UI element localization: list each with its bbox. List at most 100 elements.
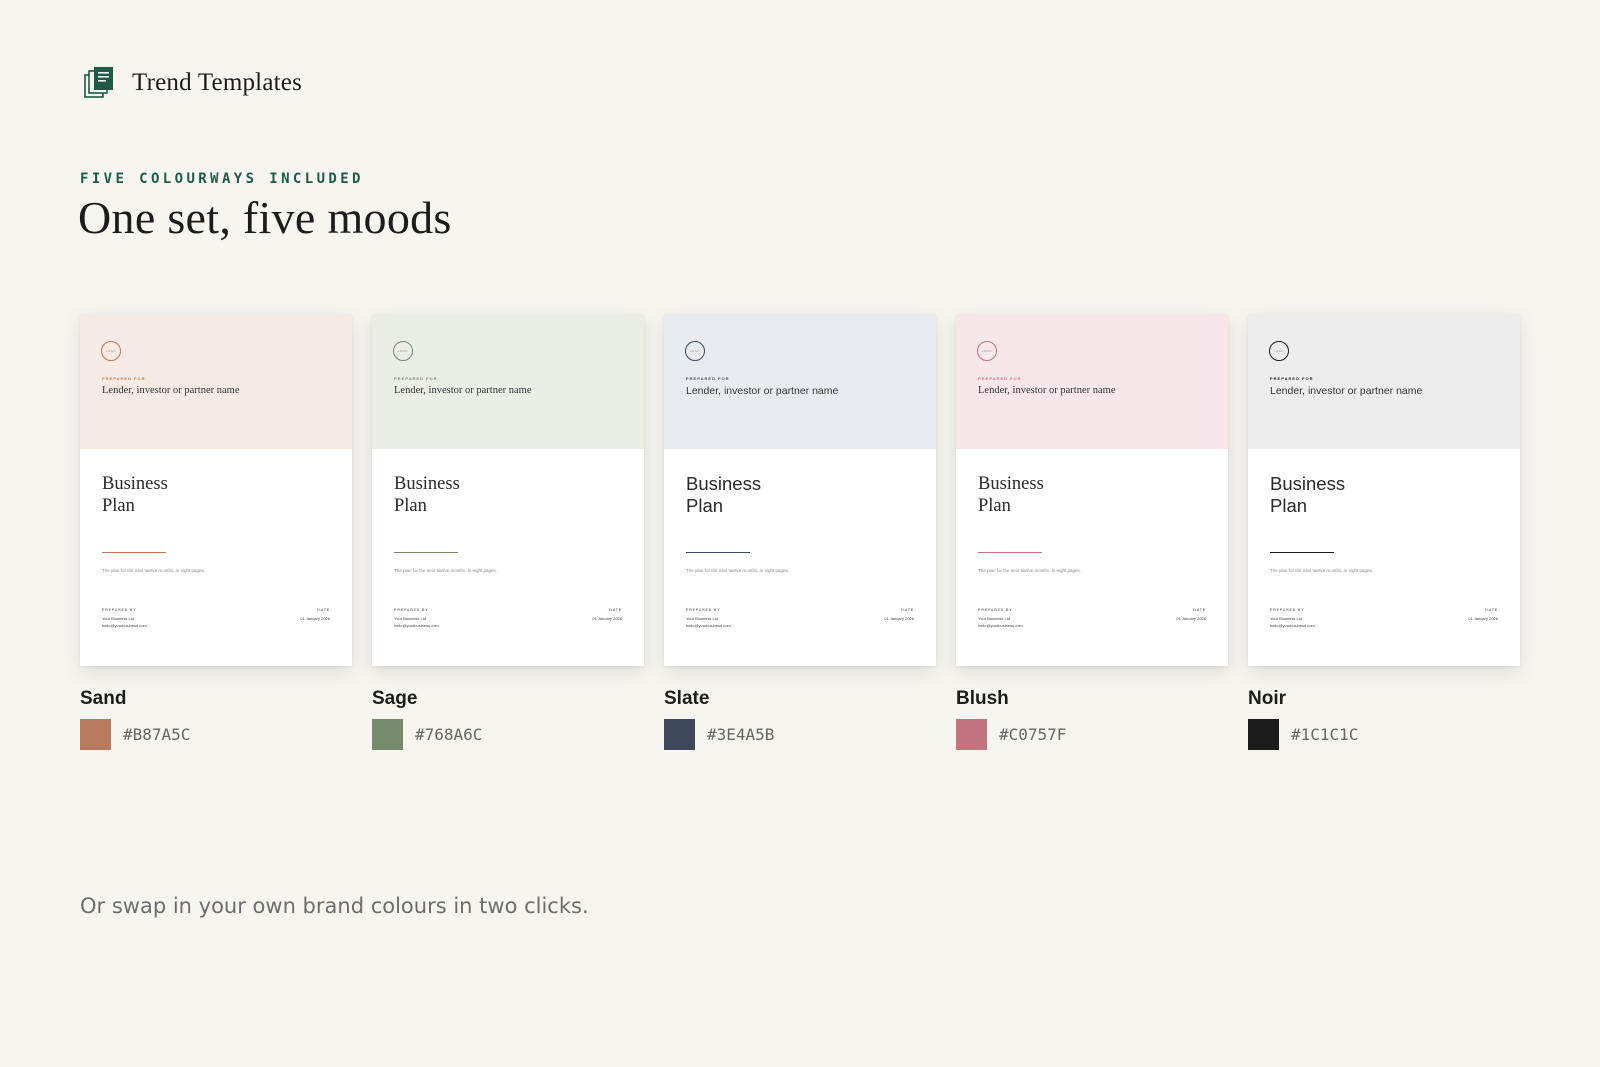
prepared-for-label: PREPARED FOR — [394, 376, 438, 381]
colour-swatch[interactable] — [664, 719, 695, 750]
document-title: Business Plan — [1270, 473, 1345, 517]
cover-header-band: LOGO PREPARED FOR Lender, investor or pa… — [80, 314, 352, 449]
document-title-line: Plan — [686, 495, 724, 516]
colourway-sand: LOGO PREPARED FOR Lender, investor or pa… — [80, 314, 352, 750]
document-title-line: Business — [102, 474, 168, 494]
colourway-name: Sand — [80, 688, 127, 709]
document-tagline: The plan for the next twelve months, in … — [394, 568, 498, 573]
swatch-row: #768A6C — [372, 719, 644, 750]
document-date: 01 January 2026 — [300, 616, 330, 621]
prepared-by-block: PREPARED BY Your Business Ltd hello@your… — [102, 608, 147, 629]
stacked-document-icon — [84, 67, 113, 98]
cover-preview-card[interactable]: LOGO PREPARED FOR Lender, investor or pa… — [80, 314, 352, 666]
colourway-sage: LOGO PREPARED FOR Lender, investor or pa… — [372, 314, 644, 750]
prepared-for-label: PREPARED FOR — [978, 376, 1022, 381]
business-email: hello@yourbusiness.com — [686, 622, 731, 628]
document-date: 01 January 2026 — [1176, 616, 1206, 621]
colourway-blush: LOGO PREPARED FOR Lender, investor or pa… — [956, 314, 1228, 750]
brand-header: Trend Templates — [84, 66, 302, 100]
cover-header-band: LOGO PREPARED FOR Lender, investor or pa… — [956, 314, 1228, 449]
cover-preview-card[interactable]: LOGO PREPARED FOR Lender, investor or pa… — [956, 314, 1228, 666]
document-title-line: Plan — [978, 496, 1011, 516]
document-title: Business Plan — [394, 473, 460, 517]
colour-hex: #3E4A5B — [707, 725, 775, 744]
document-date: 01 January 2026 — [1468, 616, 1498, 621]
document-tagline: The plan for the next twelve months, in … — [978, 568, 1082, 573]
footer-note: Or swap in your own brand colours in two… — [80, 894, 589, 918]
document-title: Business Plan — [686, 473, 761, 517]
document-date: 01 January 2026 — [884, 616, 914, 621]
recipient-name: Lender, investor or partner name — [394, 385, 532, 396]
colour-swatch[interactable] — [1248, 719, 1279, 750]
document-title-line: Business — [394, 474, 460, 494]
swatch-row: #B87A5C — [80, 719, 352, 750]
logo-placeholder: LOGO — [977, 341, 997, 361]
colour-swatch[interactable] — [956, 719, 987, 750]
prepared-by-block: PREPARED BY Your Business Ltd hello@your… — [394, 608, 439, 629]
prepared-by-block: PREPARED BY Your Business Ltd hello@your… — [978, 608, 1023, 629]
colour-swatch[interactable] — [80, 719, 111, 750]
recipient-name: Lender, investor or partner name — [1270, 385, 1423, 397]
business-email: hello@yourbusiness.com — [394, 622, 439, 628]
brand-name: Trend Templates — [132, 69, 302, 96]
swatch-row: #1C1C1C — [1248, 719, 1520, 750]
swatch-row: #3E4A5B — [664, 719, 936, 750]
document-title-line: Plan — [102, 496, 135, 516]
recipient-name: Lender, investor or partner name — [978, 385, 1116, 396]
document-tagline: The plan for the next twelve months, in … — [1270, 568, 1374, 573]
accent-rule — [102, 552, 166, 553]
prepared-for-label: PREPARED FOR — [686, 376, 730, 381]
accent-rule — [1270, 552, 1334, 553]
document-title: Business Plan — [102, 473, 168, 517]
colour-hex: #1C1C1C — [1291, 725, 1359, 744]
business-email: hello@yourbusiness.com — [102, 622, 147, 628]
colourway-gallery: LOGO PREPARED FOR Lender, investor or pa… — [80, 314, 1520, 750]
logo-placeholder: LOGO — [1269, 341, 1289, 361]
colourway-name: Noir — [1248, 688, 1286, 709]
accent-rule — [394, 552, 458, 553]
cover-header-band: LOGO PREPARED FOR Lender, investor or pa… — [372, 314, 644, 449]
prepared-for-label: PREPARED FOR — [102, 376, 146, 381]
document-tagline: The plan for the next twelve months, in … — [686, 568, 790, 573]
document-date: 01 January 2026 — [592, 616, 622, 621]
document-title: Business Plan — [978, 473, 1044, 517]
colourway-slate: LOGO PREPARED FOR Lender, investor or pa… — [664, 314, 936, 750]
logo-placeholder: LOGO — [685, 341, 705, 361]
colour-hex: #B87A5C — [123, 725, 191, 744]
colourway-name: Slate — [664, 688, 710, 709]
cover-preview-card[interactable]: LOGO PREPARED FOR Lender, investor or pa… — [1248, 314, 1520, 666]
section-eyebrow: FIVE COLOURWAYS INCLUDED — [80, 171, 364, 187]
colourway-name: Sage — [372, 688, 418, 709]
document-title-line: Plan — [394, 496, 427, 516]
logo-placeholder: LOGO — [393, 341, 413, 361]
document-tagline: The plan for the next twelve months, in … — [102, 568, 206, 573]
date-block: DATE 01 January 2026 — [1176, 608, 1206, 623]
date-block: DATE 01 January 2026 — [592, 608, 622, 623]
document-title-line: Plan — [1270, 495, 1308, 516]
logo-placeholder: LOGO — [101, 341, 121, 361]
colourway-name: Blush — [956, 688, 1009, 709]
cover-header-band: LOGO PREPARED FOR Lender, investor or pa… — [664, 314, 936, 449]
business-email: hello@yourbusiness.com — [1270, 622, 1315, 628]
document-title-line: Business — [1270, 473, 1346, 494]
accent-rule — [686, 552, 750, 553]
colour-swatch[interactable] — [372, 719, 403, 750]
swatch-row: #C0757F — [956, 719, 1228, 750]
business-email: hello@yourbusiness.com — [978, 622, 1023, 628]
date-block: DATE 01 January 2026 — [1468, 608, 1498, 623]
document-title-line: Business — [686, 473, 762, 494]
document-title-line: Business — [978, 474, 1044, 494]
cover-header-band: LOGO PREPARED FOR Lender, investor or pa… — [1248, 314, 1520, 449]
recipient-name: Lender, investor or partner name — [686, 385, 839, 397]
cover-preview-card[interactable]: LOGO PREPARED FOR Lender, investor or pa… — [372, 314, 644, 666]
page-headline: One set, five moods — [78, 192, 452, 243]
date-block: DATE 01 January 2026 — [884, 608, 914, 623]
prepared-for-label: PREPARED FOR — [1270, 376, 1314, 381]
colour-hex: #768A6C — [415, 725, 483, 744]
colour-hex: #C0757F — [999, 725, 1067, 744]
date-block: DATE 01 January 2026 — [300, 608, 330, 623]
cover-preview-card[interactable]: LOGO PREPARED FOR Lender, investor or pa… — [664, 314, 936, 666]
colourway-noir: LOGO PREPARED FOR Lender, investor or pa… — [1248, 314, 1520, 750]
prepared-by-block: PREPARED BY Your Business Ltd hello@your… — [686, 608, 731, 629]
prepared-by-block: PREPARED BY Your Business Ltd hello@your… — [1270, 608, 1315, 629]
